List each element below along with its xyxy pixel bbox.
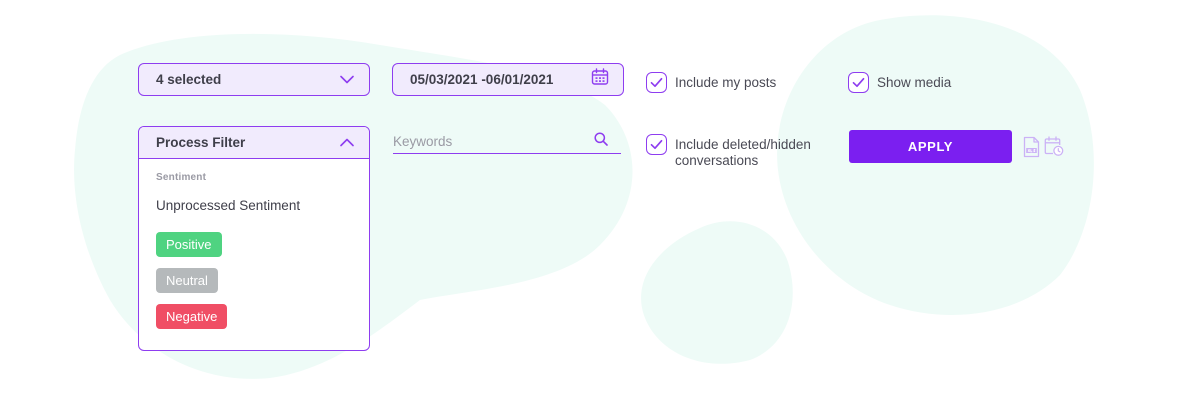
calendar-clock-icon[interactable] (1044, 135, 1064, 162)
keywords-input[interactable] (393, 133, 573, 149)
include-my-posts-label: Include my posts (675, 75, 777, 90)
process-filter-options: Sentiment Unprocessed Sentiment Positive… (139, 159, 369, 329)
checkmark-icon (646, 134, 667, 155)
filter-toolbar: 4 selected 05/03/2021 -06/01/2021 Proces… (0, 0, 1200, 413)
checkmark-icon (848, 72, 869, 93)
background-blob-middle (641, 221, 793, 364)
calendar-icon (591, 68, 609, 91)
show-media-checkbox[interactable]: Show media (848, 72, 951, 93)
account-multiselect[interactable]: 4 selected (138, 63, 370, 96)
sentiment-chip-neutral[interactable]: Neutral (156, 268, 218, 293)
xls-file-icon[interactable] (1023, 136, 1040, 163)
unprocessed-sentiment-option[interactable]: Unprocessed Sentiment (156, 198, 352, 213)
keywords-field (393, 129, 621, 154)
date-range-value: 05/03/2021 -06/01/2021 (410, 72, 554, 87)
include-deleted-checkbox[interactable]: Include deleted/hidden conversations (646, 134, 835, 169)
sentiment-chip-positive[interactable]: Positive (156, 232, 222, 257)
chevron-down-icon (340, 71, 354, 89)
process-filter-dropdown: Process Filter Sentiment Unprocessed Sen… (138, 126, 370, 351)
checkmark-icon (646, 72, 667, 93)
process-filter-title: Process Filter (156, 135, 246, 150)
apply-button[interactable]: APPLY (849, 130, 1012, 163)
multiselect-summary: 4 selected (156, 72, 222, 87)
date-range-picker[interactable]: 05/03/2021 -06/01/2021 (392, 63, 624, 96)
search-icon[interactable] (594, 131, 608, 151)
show-media-label: Show media (877, 75, 952, 90)
sentiment-section-label: Sentiment (156, 172, 207, 183)
include-deleted-label: Include deleted/hidden conversations (675, 137, 811, 168)
process-filter-header[interactable]: Process Filter (139, 127, 369, 159)
include-my-posts-checkbox[interactable]: Include my posts (646, 72, 776, 93)
sentiment-chip-negative[interactable]: Negative (156, 304, 228, 329)
chevron-up-icon (340, 134, 354, 152)
